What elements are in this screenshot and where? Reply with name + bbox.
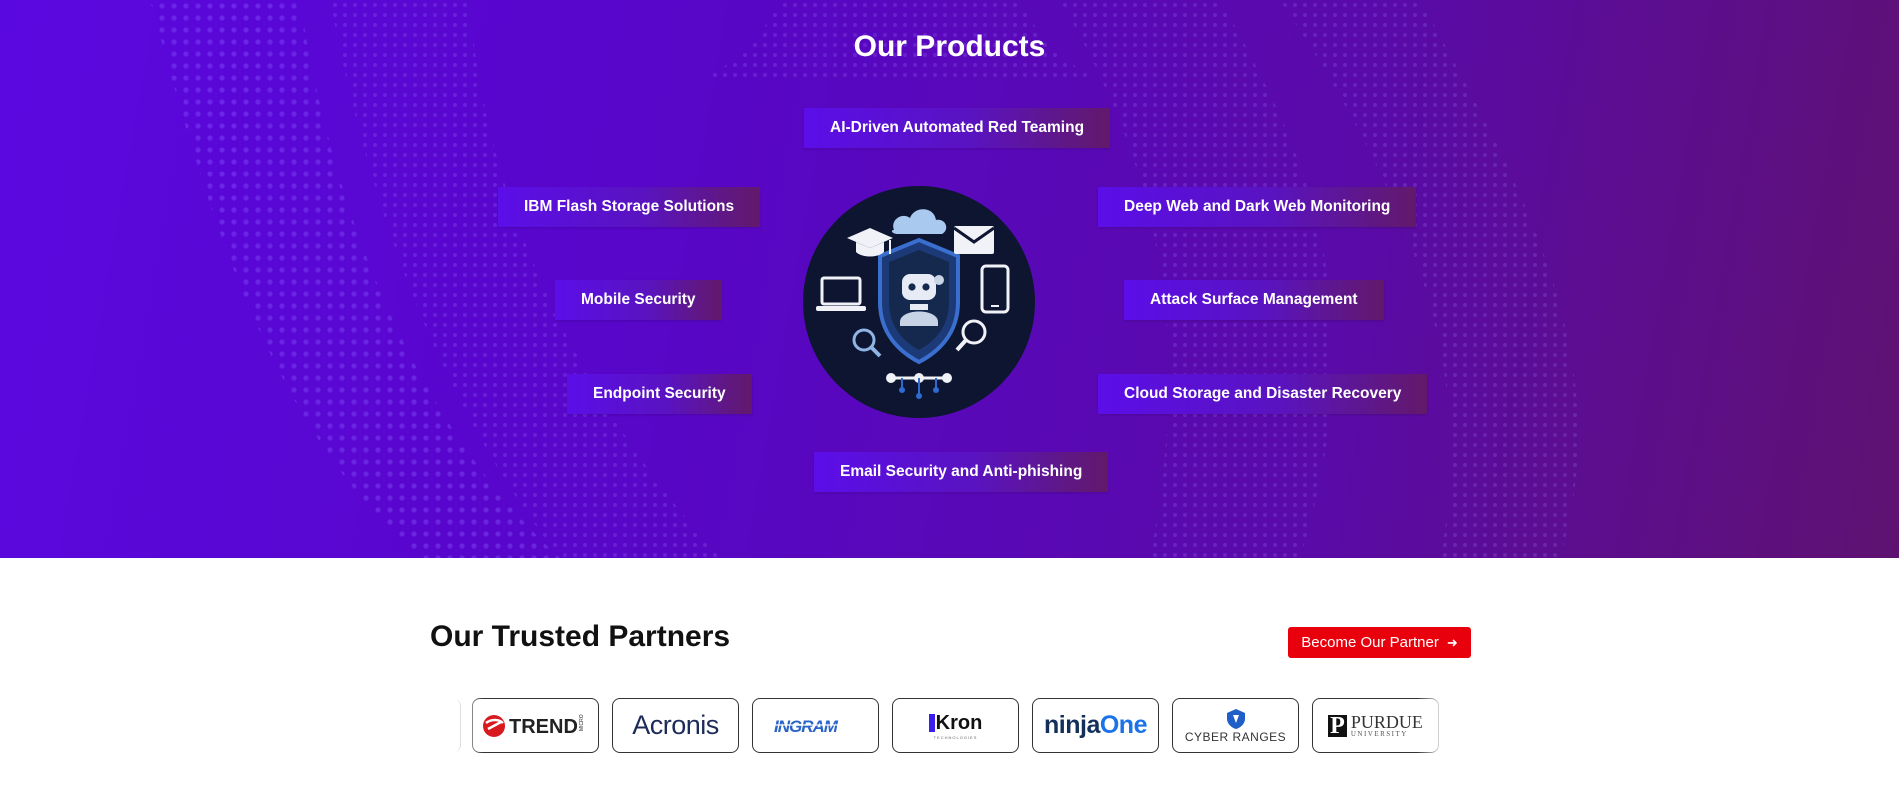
- partner-logo-carousel[interactable]: TREND MICRO Acronis INGRAM Kron TECHNOLO…: [444, 696, 1457, 756]
- envelope-icon: [953, 226, 995, 254]
- trend-micro-logo: TREND MICRO: [482, 714, 585, 738]
- cyber-ranges-text: CYBER RANGES: [1184, 729, 1287, 744]
- ingram-logo: INGRAM: [770, 717, 861, 736]
- svg-text:MICRO: MICRO: [579, 714, 585, 731]
- one-text: One: [1099, 711, 1148, 739]
- product-mobile-security[interactable]: Mobile Security: [555, 280, 722, 320]
- products-title: Our Products: [853, 30, 1046, 63]
- acronis-logo-text: Acronis: [632, 710, 719, 740]
- arrow-right-icon: ➜: [1446, 634, 1458, 650]
- svg-text:TREND: TREND: [509, 716, 578, 738]
- carousel-fade-right: [1417, 696, 1457, 756]
- partner-logo-ninjaone[interactable]: ninja One: [1032, 698, 1159, 753]
- ninja-text: ninja: [1044, 711, 1100, 739]
- partner-logo-cyber-ranges[interactable]: CYBER RANGES: [1172, 698, 1299, 753]
- become-partner-button[interactable]: Become Our Partner ➜: [1288, 627, 1471, 658]
- partner-logo-kron[interactable]: Kron TECHNOLOGIES: [892, 698, 1019, 753]
- kron-logo-text: Kron: [935, 711, 983, 734]
- carousel-fade-left: [444, 696, 484, 756]
- partner-logo-acronis[interactable]: Acronis: [612, 698, 739, 753]
- product-endpoint-security[interactable]: Endpoint Security: [567, 374, 752, 414]
- partner-logo-ingram[interactable]: INGRAM: [752, 698, 879, 753]
- become-partner-label: Become Our Partner: [1301, 634, 1439, 651]
- partner-logo-trend-micro[interactable]: TREND MICRO: [472, 698, 599, 753]
- purdue-p-icon: P: [1328, 712, 1347, 739]
- product-cloud-storage[interactable]: Cloud Storage and Disaster Recovery: [1098, 374, 1428, 414]
- security-hub-illustration: [803, 186, 1035, 418]
- partners-title: Our Trusted Partners: [430, 620, 731, 653]
- product-dark-web-monitoring[interactable]: Deep Web and Dark Web Monitoring: [1098, 187, 1417, 227]
- purdue-text: PURDUE: [1350, 712, 1423, 732]
- svg-text:INGRAM: INGRAM: [774, 717, 839, 736]
- kron-sub-text: TECHNOLOGIES: [933, 734, 978, 740]
- kron-mark-icon: [928, 714, 935, 732]
- product-attack-surface-management[interactable]: Attack Surface Management: [1124, 280, 1384, 320]
- product-email-security[interactable]: Email Security and Anti-phishing: [814, 452, 1109, 492]
- cyber-ranges-shield-icon: [1226, 708, 1245, 729]
- products-section: Our Products AI-Driven Automated Red Tea…: [0, 0, 1899, 558]
- product-ai-red-teaming[interactable]: AI-Driven Automated Red Teaming: [804, 108, 1111, 148]
- purdue-sub-text: UNIVERSITY: [1350, 730, 1408, 738]
- product-ibm-flash-storage[interactable]: IBM Flash Storage Solutions: [498, 187, 761, 227]
